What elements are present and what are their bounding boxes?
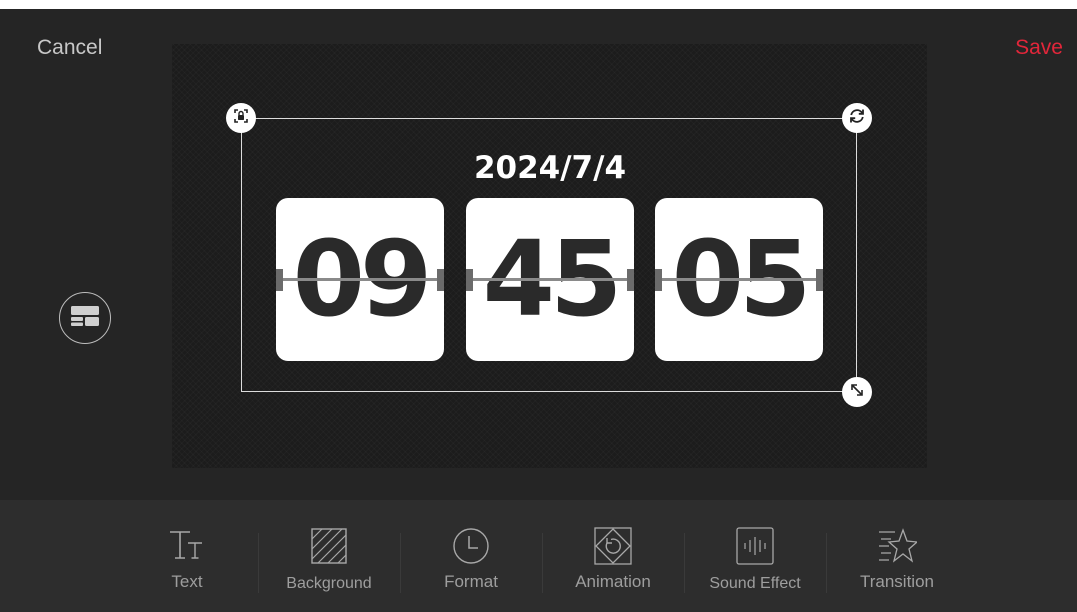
flip-seam: [655, 278, 823, 281]
seconds-flip-card: 05: [655, 198, 823, 361]
clock-icon: [451, 526, 491, 566]
lock-handle[interactable]: [226, 103, 256, 133]
star-transition-icon: [877, 526, 917, 566]
flip-notch: [627, 269, 634, 291]
text-size-icon: [167, 526, 207, 566]
rotate-handle[interactable]: [842, 103, 872, 133]
layout-button[interactable]: [59, 292, 111, 344]
rotate-icon: [848, 107, 866, 130]
toolbar-item-label: Sound Effect: [709, 575, 801, 592]
resize-handle[interactable]: [842, 377, 872, 407]
save-button[interactable]: Save: [1015, 35, 1063, 61]
lock-icon: [232, 107, 250, 130]
flip-notch: [466, 269, 473, 291]
toolbar-item-transition[interactable]: Transition: [827, 500, 967, 612]
flip-seam: [466, 278, 634, 281]
clock-editor: Cancel Save 2024/7/4 09 45 05 Text Backg…: [0, 9, 1077, 612]
toolbar-item-text[interactable]: Text: [117, 500, 257, 612]
toolbar-item-animation[interactable]: Animation: [543, 500, 683, 612]
toolbar-item-label: Format: [444, 572, 498, 591]
flip-notch: [655, 269, 662, 291]
toolbar-item-label: Background: [286, 575, 372, 592]
toolbar-item-label: Animation: [575, 572, 651, 591]
sound-wave-icon: [735, 526, 775, 566]
toolbar-item-format[interactable]: Format: [401, 500, 541, 612]
minutes-flip-card: 45: [466, 198, 634, 361]
cancel-button[interactable]: Cancel: [37, 35, 102, 61]
toolbar-item-label: Text: [171, 572, 203, 591]
hours-flip-card: 09: [276, 198, 444, 361]
flip-notch: [437, 269, 444, 291]
flip-notch: [276, 269, 283, 291]
bottom-toolbar: Text Background Format Animation Sound E…: [0, 500, 1077, 612]
background-pattern-icon: [309, 526, 349, 566]
animation-icon: [593, 526, 633, 566]
clock-date: 2024/7/4: [473, 150, 627, 186]
resize-icon: [848, 381, 866, 404]
flip-seam: [276, 278, 444, 281]
toolbar-item-label: Transition: [859, 572, 934, 591]
toolbar-item-sound-effect[interactable]: Sound Effect: [685, 500, 825, 612]
toolbar-item-background[interactable]: Background: [259, 500, 399, 612]
flip-notch: [816, 269, 823, 291]
layout-icon: [70, 305, 100, 332]
